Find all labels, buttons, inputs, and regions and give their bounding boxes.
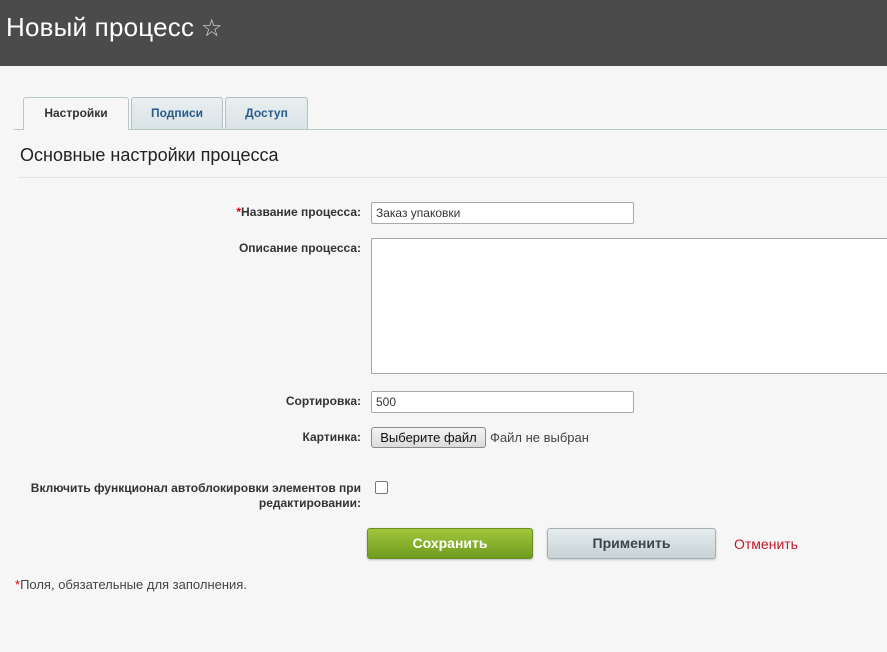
process-name-label-text: Название процесса:	[241, 205, 361, 219]
save-button[interactable]: Сохранить	[367, 528, 533, 559]
tabs-divider	[14, 129, 887, 130]
process-description-label: Описание процесса:	[238, 241, 361, 255]
autolock-label: Включить функционал автоблокировки элеме…	[31, 481, 361, 511]
section-divider	[18, 177, 887, 178]
sort-input[interactable]	[371, 391, 634, 413]
tab-settings[interactable]: Настройки	[23, 97, 129, 130]
autolock-checkbox[interactable]	[375, 481, 388, 494]
footnote-text: Поля, обязательные для заполнения.	[20, 577, 247, 592]
page-header: Новый процесс ☆	[0, 0, 887, 66]
tab-signatures[interactable]: Подписи	[131, 97, 223, 129]
required-footnote: *Поля, обязательные для заполнения.	[15, 577, 247, 592]
process-name-input[interactable]	[371, 202, 634, 224]
sort-label: Сортировка:	[285, 394, 361, 408]
image-label: Картинка:	[302, 430, 362, 444]
choose-file-button[interactable]: Выберите файл	[371, 427, 486, 448]
autolock-label-line2: редактировании:	[258, 496, 361, 510]
tab-access[interactable]: Доступ	[225, 97, 308, 129]
process-name-label: *Название процесса:	[236, 205, 361, 219]
page-title: Новый процесс	[6, 12, 195, 42]
file-status-text: Файл не выбран	[490, 430, 589, 445]
star-icon[interactable]: ☆	[201, 14, 223, 43]
process-description-textarea[interactable]	[371, 238, 887, 374]
section-title: Основные настройки процесса	[20, 145, 279, 165]
autolock-label-line1: Включить функционал автоблокировки элеме…	[30, 481, 361, 495]
cancel-link[interactable]: Отменить	[734, 536, 798, 552]
apply-button[interactable]: Применить	[547, 528, 716, 559]
